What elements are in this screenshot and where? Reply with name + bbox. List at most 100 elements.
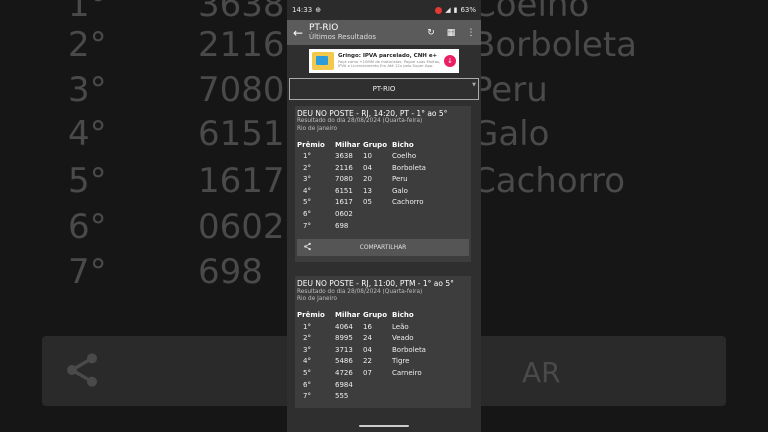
cell: 6151 — [335, 186, 353, 195]
phone-screen: 14:33 ⊕ ◢ ▮ 63% ← PT-RIO Últimos Resulta… — [287, 0, 481, 432]
cell: 6° — [303, 210, 311, 219]
share-icon — [67, 353, 97, 387]
cell: 05 — [363, 198, 372, 207]
cell: 0602 — [335, 210, 353, 219]
cell: Borboleta — [392, 345, 426, 354]
cell: 24 — [363, 334, 372, 343]
background-text: 4° — [68, 114, 107, 154]
result-card: DEU NO POSTE - RJ, 11:00, PTM - 1° ao 5°… — [295, 276, 471, 408]
cell: 4064 — [335, 322, 353, 331]
cell: Peru — [392, 175, 408, 184]
background-text: Borboleta — [472, 25, 638, 65]
cell: 7° — [303, 221, 311, 230]
cell: 04 — [363, 345, 372, 354]
cell: 5486 — [335, 357, 353, 366]
background-text: 7° — [68, 252, 107, 292]
result-place: Rio de Janeiro — [297, 125, 338, 132]
settings-icon: ⊕ — [315, 6, 322, 14]
table-row: 7° 698 — [297, 220, 426, 232]
share-label: COMPARTILHAR — [359, 244, 407, 252]
signal-icon: ◢ — [445, 6, 451, 14]
ad-subtitle: Faça como +10MM de motoristas. Pague sua… — [338, 59, 441, 69]
background-text: Coelho — [472, 0, 590, 25]
background-text: 0602 — [198, 207, 285, 247]
cell: Leão — [392, 322, 409, 331]
result-title: DEU NO POSTE - RJ, 14:20, PT - 1° ao 5° — [297, 109, 448, 118]
background-text: 2116 — [198, 25, 285, 65]
cell: Tigre — [392, 357, 410, 366]
cell — [363, 390, 392, 402]
table-row: 5° 4726 07 Carneiro — [297, 367, 426, 379]
table-row: 5° 1617 05 Cachorro — [297, 197, 426, 209]
cell: Veado — [392, 334, 414, 343]
refresh-icon[interactable]: ↻ — [421, 28, 441, 38]
app-toolbar: ← PT-RIO Últimos Resultados ↻ ▦ ⋮ — [287, 20, 481, 45]
cell: 8995 — [335, 334, 353, 343]
cell: 1617 — [335, 198, 353, 207]
cell — [392, 390, 426, 402]
cell: 16 — [363, 322, 372, 331]
share-button[interactable]: COMPARTILHAR — [297, 239, 469, 257]
cell: 04 — [363, 163, 372, 172]
result-table: Prêmio Milhar Grupo Bicho 1° 3638 10 Coelho… — [297, 139, 426, 231]
more-vert-icon[interactable]: ⋮ — [461, 28, 481, 38]
background-text: 1617 — [198, 161, 285, 201]
header-premio: Prêmio — [297, 311, 325, 320]
toolbar-subtitle: Últimos Resultados — [309, 33, 377, 41]
back-arrow-icon[interactable]: ← — [287, 26, 309, 40]
background-text: Galo — [472, 114, 550, 154]
header-grupo: Grupo — [363, 311, 388, 320]
cell: Galo — [392, 186, 408, 195]
cell: 3° — [303, 175, 311, 184]
cell: 2° — [303, 163, 311, 172]
background-text: 3° — [68, 70, 107, 110]
cell: 4° — [303, 186, 311, 195]
table-row: 3° 7080 20 Peru — [297, 174, 426, 186]
result-place: Rio de Janeiro — [297, 296, 338, 303]
result-table: Prêmio Milhar Grupo Bicho 1° 4064 16 Leão 2… — [297, 310, 426, 402]
cell: 698 — [335, 221, 349, 230]
table-row: 1° 4064 16 Leão — [297, 321, 426, 333]
table-row: 6° 0602 — [297, 208, 426, 220]
ad-download-icon[interactable]: ↓ — [444, 55, 456, 67]
background-text: Cachorro — [472, 161, 626, 201]
cell — [392, 208, 426, 220]
table-row: 4° 6151 13 Galo — [297, 185, 426, 197]
battery-percent: 63% — [460, 6, 476, 14]
battery-icon: ▮ — [453, 6, 458, 14]
lottery-select[interactable]: PT-RIO ▼ — [289, 78, 479, 100]
header-premio: Prêmio — [297, 140, 325, 149]
cell: 3° — [303, 345, 311, 354]
background-text: 6151 — [198, 114, 285, 154]
result-date: Resultado do dia 28/08/2024 (Quarta-feir… — [297, 288, 423, 295]
cell: Borboleta — [392, 163, 426, 172]
cell: 4726 — [335, 368, 353, 377]
background-text: 2° — [68, 25, 107, 65]
cell: Cachorro — [392, 198, 424, 207]
header-bicho: Bicho — [392, 140, 414, 149]
cell: 1° — [303, 152, 311, 161]
table-row: 4° 5486 22 Tigre — [297, 356, 426, 368]
header-bicho: Bicho — [392, 311, 414, 320]
home-indicator[interactable] — [359, 425, 409, 427]
background-text: 1° — [68, 0, 107, 25]
cell: 7° — [303, 392, 311, 401]
status-bar: 14:33 ⊕ ◢ ▮ 63% — [287, 0, 481, 20]
dropdown-arrow-icon: ▼ — [472, 82, 476, 88]
ad-banner[interactable]: Gringo: IPVA parcelado, CNH e+ Faça como… — [309, 49, 459, 73]
calendar-icon[interactable]: ▦ — [441, 28, 461, 38]
background-text: 6° — [68, 207, 107, 247]
result-title: DEU NO POSTE - RJ, 11:00, PTM - 1° ao 5° — [297, 279, 454, 289]
lottery-select-value: PT-RIO — [372, 85, 396, 93]
background-text: 698 — [198, 252, 263, 292]
header-grupo: Grupo — [363, 140, 388, 149]
cell: 07 — [363, 368, 372, 377]
cell: Carneiro — [392, 368, 422, 377]
toolbar-title: PT-RIO — [309, 23, 339, 33]
cell: 6° — [303, 380, 311, 389]
table-row: 2° 2116 04 Borboleta — [297, 162, 426, 174]
cell: 2° — [303, 334, 311, 343]
table-row: 2° 8995 24 Veado — [297, 332, 426, 344]
cell — [363, 208, 392, 220]
background-text: Peru — [472, 70, 548, 110]
